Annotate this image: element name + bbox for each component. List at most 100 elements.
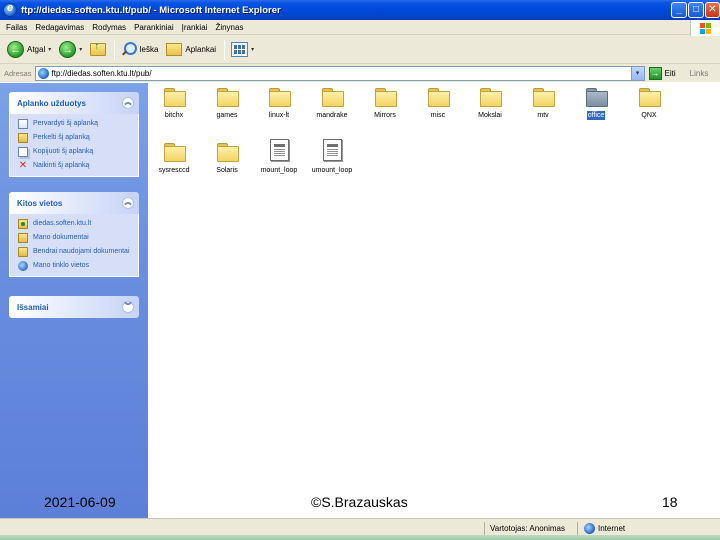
back-arrow-icon: ← [7,41,24,58]
toolbar-separator [114,39,116,60]
footer-page-number: 18 [662,494,678,510]
place-network-places[interactable]: Mano tinklo vietos [18,261,138,271]
address-bar: Adresas ftp://diedas.soften.ktu.lt/pub/ … [0,65,720,82]
footer-date: 2021-06-09 [44,494,116,510]
address-label: Adresas [4,69,32,78]
file-name: QNX [641,112,657,119]
folder-icon [428,88,450,107]
place-my-documents[interactable]: Mano dokumentai [18,233,138,243]
address-input[interactable]: ftp://diedas.soften.ktu.lt/pub/ ▾ [34,66,645,81]
place-shared-documents[interactable]: Bendrai naudojami dokumentai [18,247,138,257]
views-icon [231,42,249,57]
folder-item[interactable]: mtv [517,88,569,120]
file-name: Solaris [216,167,238,174]
folder-item[interactable]: Mirrors [359,88,411,120]
task-label[interactable]: Pervardyti šį aplanką [33,119,98,128]
folder-item[interactable]: games [201,88,253,120]
address-value[interactable]: ftp://diedas.soften.ktu.lt/pub/ [52,69,152,78]
folder-item[interactable]: mandrake [306,88,358,120]
menu-help[interactable]: Žinynas [211,23,247,32]
file-name: linux-lt [268,112,290,119]
menu-bar: Failas Redagavimas Rodymas Parankiniai Į… [0,20,720,35]
menu-file[interactable]: Failas [2,23,31,32]
place-label[interactable]: Bendrai naudojami dokumentai [33,247,130,256]
file-name: Mokslai [478,112,502,119]
collapse-icon[interactable]: ︽ [122,97,134,109]
search-icon [121,42,138,57]
folder-icon [533,88,555,107]
forward-arrow-icon: → [59,41,77,58]
toolbar: ← Atgal ▾ → ▾ Ieška Aplankai ▾ [0,36,720,64]
panel-title: Kitos vietos [17,198,63,208]
ie-page-icon [37,68,49,79]
folder-item[interactable]: QNX [623,88,675,120]
folder-item[interactable]: misc [412,88,464,120]
folders-button[interactable]: Aplankai [163,39,219,61]
file-name: office [586,111,606,120]
folder-icon [639,88,661,107]
other-places-header[interactable]: Kitos vietos ︽ [9,192,139,214]
task-rename-folder[interactable]: Pervardyti šį aplanką [18,119,138,129]
minimize-button[interactable]: _ [671,2,687,18]
internet-zone-icon [584,523,595,534]
links-button[interactable]: Links [690,69,709,78]
details-panel: Išsamiai ︾ [9,296,139,318]
file-name: mount_loop [260,167,298,174]
chevron-down-icon[interactable]: ▾ [48,46,51,53]
close-button[interactable]: ✕ [705,2,720,18]
expand-icon[interactable]: ︾ [122,301,134,313]
menu-view[interactable]: Rodymas [88,23,130,32]
chevron-down-icon[interactable]: ▾ [251,46,254,53]
forward-button[interactable]: → ▾ [56,39,85,61]
folders-icon [166,43,183,56]
collapse-icon[interactable]: ︽ [122,197,134,209]
document-icon [269,139,289,161]
task-copy-folder[interactable]: Kopijuoti šį aplanką [18,147,138,157]
chevron-down-icon[interactable]: ▾ [79,46,82,53]
task-label[interactable]: Naikinti šį aplanką [33,161,89,170]
file-name: misc [430,112,446,119]
menu-favorites[interactable]: Parankiniai [130,23,178,32]
place-label[interactable]: Mano dokumentai [33,233,89,242]
folder-item[interactable]: sysresccd [148,143,200,175]
file-item[interactable]: umount_loop [306,139,358,175]
place-ftp-site[interactable]: diedas.soften.ktu.lt [18,219,138,229]
folders-label: Aplankai [185,45,217,54]
title-bar: ftp://diedas.soften.ktu.lt/pub/ - Micros… [0,0,720,20]
folder-icon [269,88,291,107]
file-name: sysresccd [158,167,190,174]
menu-tools[interactable]: Įrankiai [178,23,212,32]
chevron-down-icon[interactable]: ▾ [630,67,644,80]
file-view: bitchx games linux-lt mandrake Mirrors m… [148,82,720,518]
delete-icon: ✕ [18,160,28,171]
file-name: umount_loop [311,167,353,174]
folder-item[interactable]: linux-lt [253,88,305,120]
ftp-site-icon [18,219,28,229]
menu-edit[interactable]: Redagavimas [31,23,88,32]
task-label[interactable]: Perkelti šį aplanką [33,133,90,142]
task-move-folder[interactable]: Perkelti šį aplanką [18,133,138,143]
folder-item[interactable]: Solaris [201,143,253,175]
folder-tasks-header[interactable]: Aplanko užduotys ︽ [9,92,139,114]
back-button[interactable]: ← Atgal ▾ [4,39,54,61]
folder-icon [322,88,344,107]
up-folder-button[interactable] [87,39,109,61]
search-button[interactable]: Ieška [118,39,161,61]
search-label: Ieška [139,45,159,54]
maximize-button[interactable]: □ [688,2,704,18]
task-delete-folder[interactable]: ✕ Naikinti šį aplanką [18,161,138,171]
file-item[interactable]: mount_loop [253,139,305,175]
details-header[interactable]: Išsamiai ︾ [9,296,139,318]
views-button[interactable]: ▾ [228,39,257,61]
go-button[interactable]: → Eiti [648,67,676,80]
folder-icon [375,88,397,107]
folder-item[interactable]: Mokslai [464,88,516,120]
status-user: Vartotojas: Anonimas [490,524,566,533]
place-label[interactable]: diedas.soften.ktu.lt [33,219,91,228]
folder-item-selected[interactable]: office [570,88,622,120]
folder-item[interactable]: bitchx [148,88,200,120]
folder-icon [164,143,186,162]
task-label[interactable]: Kopijuoti šį aplanką [33,147,93,156]
place-label[interactable]: Mano tinklo vietos [33,261,89,270]
window-title: ftp://diedas.soften.ktu.lt/pub/ - Micros… [21,4,281,16]
